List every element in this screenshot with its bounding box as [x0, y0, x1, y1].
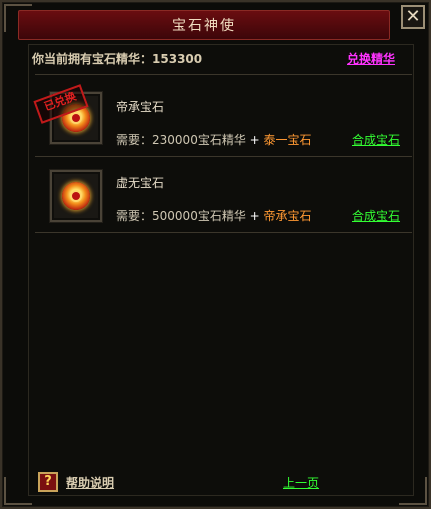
- plus-sign: +: [249, 133, 260, 147]
- title-bar: 宝石神使: [18, 10, 390, 40]
- divider: [35, 74, 412, 75]
- essence-balance: 你当前拥有宝石精华：153300: [32, 50, 202, 67]
- help-link[interactable]: 帮助说明: [66, 474, 114, 491]
- close-icon[interactable]: ✕: [401, 5, 425, 29]
- plus-sign: +: [249, 209, 260, 223]
- gem-icon: [62, 182, 90, 210]
- gem-envoy-window: 宝石神使 ✕ 你当前拥有宝石精华：153300 兑换精华 已兑换 帝承宝石 需要…: [0, 0, 431, 509]
- requirement-essence: 230000宝石精华: [152, 133, 246, 147]
- gem-name: 虚无宝石: [116, 176, 165, 190]
- gem-name: 帝承宝石: [116, 100, 165, 114]
- divider: [35, 156, 412, 157]
- window-title: 宝石神使: [172, 18, 236, 34]
- requirement-prefix: 需要：: [116, 133, 153, 147]
- combine-gem-link[interactable]: 合成宝石: [352, 207, 400, 224]
- previous-page-link[interactable]: 上一页: [283, 474, 319, 491]
- gem-requirement: 需要：230000宝石精华 + 泰一宝石: [116, 131, 312, 148]
- requirement-prefix: 需要：: [116, 209, 153, 223]
- requirement-gem: 帝承宝石: [263, 209, 312, 223]
- requirement-essence: 500000宝石精华: [152, 209, 246, 223]
- help-icon[interactable]: ?: [38, 472, 58, 492]
- gem-slot[interactable]: [50, 170, 102, 222]
- requirement-gem: 泰一宝石: [263, 133, 312, 147]
- divider: [35, 232, 412, 233]
- gem-requirement: 需要：500000宝石精华 + 帝承宝石: [116, 207, 312, 224]
- combine-gem-link[interactable]: 合成宝石: [352, 131, 400, 148]
- essence-label: 你当前拥有宝石精华：: [32, 52, 153, 66]
- exchange-essence-link[interactable]: 兑换精华: [347, 50, 395, 67]
- essence-amount: 153300: [152, 52, 203, 66]
